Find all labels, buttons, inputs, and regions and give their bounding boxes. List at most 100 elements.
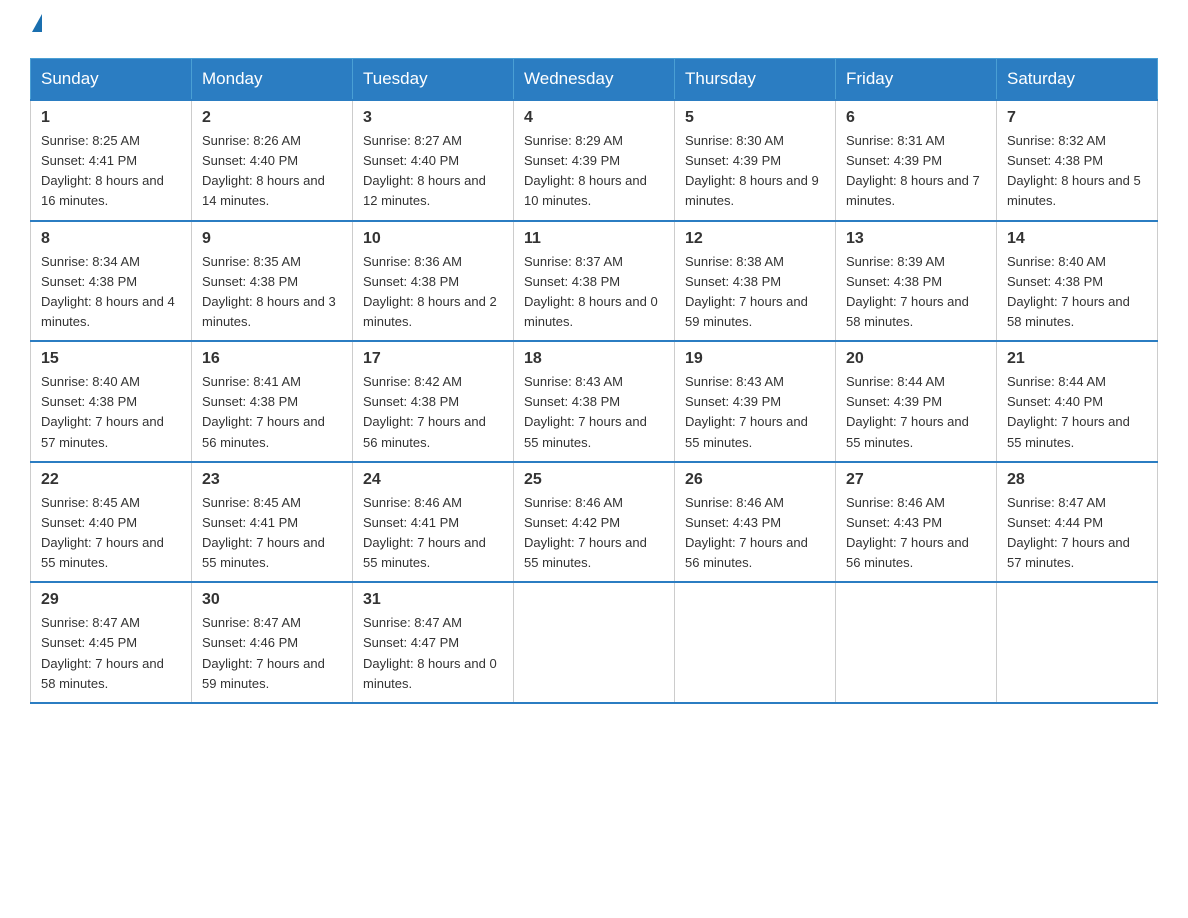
day-info: Sunrise: 8:47 AM Sunset: 4:44 PM Dayligh… (1007, 493, 1147, 574)
day-info: Sunrise: 8:44 AM Sunset: 4:40 PM Dayligh… (1007, 372, 1147, 453)
day-number: 30 (202, 591, 342, 609)
calendar-day-cell: 11 Sunrise: 8:37 AM Sunset: 4:38 PM Dayl… (514, 221, 675, 342)
calendar-day-cell: 13 Sunrise: 8:39 AM Sunset: 4:38 PM Dayl… (836, 221, 997, 342)
calendar-day-cell: 16 Sunrise: 8:41 AM Sunset: 4:38 PM Dayl… (192, 341, 353, 462)
calendar-day-cell: 29 Sunrise: 8:47 AM Sunset: 4:45 PM Dayl… (31, 582, 192, 703)
calendar-day-cell: 25 Sunrise: 8:46 AM Sunset: 4:42 PM Dayl… (514, 462, 675, 583)
day-number: 13 (846, 230, 986, 248)
day-number: 1 (41, 109, 181, 127)
calendar-day-cell: 19 Sunrise: 8:43 AM Sunset: 4:39 PM Dayl… (675, 341, 836, 462)
calendar-day-cell (675, 582, 836, 703)
calendar-day-cell: 15 Sunrise: 8:40 AM Sunset: 4:38 PM Dayl… (31, 341, 192, 462)
day-of-week-header: Tuesday (353, 59, 514, 101)
day-info: Sunrise: 8:46 AM Sunset: 4:42 PM Dayligh… (524, 493, 664, 574)
calendar-week-row: 29 Sunrise: 8:47 AM Sunset: 4:45 PM Dayl… (31, 582, 1158, 703)
calendar-day-cell: 4 Sunrise: 8:29 AM Sunset: 4:39 PM Dayli… (514, 100, 675, 221)
day-number: 4 (524, 109, 664, 127)
calendar-day-cell: 18 Sunrise: 8:43 AM Sunset: 4:38 PM Dayl… (514, 341, 675, 462)
calendar-table: SundayMondayTuesdayWednesdayThursdayFrid… (30, 58, 1158, 704)
day-info: Sunrise: 8:40 AM Sunset: 4:38 PM Dayligh… (1007, 252, 1147, 333)
day-info: Sunrise: 8:25 AM Sunset: 4:41 PM Dayligh… (41, 131, 181, 212)
day-number: 25 (524, 471, 664, 489)
day-info: Sunrise: 8:41 AM Sunset: 4:38 PM Dayligh… (202, 372, 342, 453)
calendar-day-cell: 24 Sunrise: 8:46 AM Sunset: 4:41 PM Dayl… (353, 462, 514, 583)
day-info: Sunrise: 8:44 AM Sunset: 4:39 PM Dayligh… (846, 372, 986, 453)
day-info: Sunrise: 8:30 AM Sunset: 4:39 PM Dayligh… (685, 131, 825, 212)
calendar-day-cell: 5 Sunrise: 8:30 AM Sunset: 4:39 PM Dayli… (675, 100, 836, 221)
day-number: 5 (685, 109, 825, 127)
day-info: Sunrise: 8:32 AM Sunset: 4:38 PM Dayligh… (1007, 131, 1147, 212)
day-info: Sunrise: 8:38 AM Sunset: 4:38 PM Dayligh… (685, 252, 825, 333)
day-number: 23 (202, 471, 342, 489)
day-number: 12 (685, 230, 825, 248)
calendar-day-cell (514, 582, 675, 703)
day-number: 6 (846, 109, 986, 127)
day-of-week-header: Sunday (31, 59, 192, 101)
calendar-day-cell: 2 Sunrise: 8:26 AM Sunset: 4:40 PM Dayli… (192, 100, 353, 221)
calendar-day-cell: 3 Sunrise: 8:27 AM Sunset: 4:40 PM Dayli… (353, 100, 514, 221)
day-info: Sunrise: 8:47 AM Sunset: 4:47 PM Dayligh… (363, 613, 503, 694)
day-info: Sunrise: 8:45 AM Sunset: 4:40 PM Dayligh… (41, 493, 181, 574)
logo (30, 20, 42, 38)
calendar-day-cell: 23 Sunrise: 8:45 AM Sunset: 4:41 PM Dayl… (192, 462, 353, 583)
day-info: Sunrise: 8:46 AM Sunset: 4:43 PM Dayligh… (846, 493, 986, 574)
day-number: 20 (846, 350, 986, 368)
calendar-day-cell: 9 Sunrise: 8:35 AM Sunset: 4:38 PM Dayli… (192, 221, 353, 342)
day-info: Sunrise: 8:47 AM Sunset: 4:45 PM Dayligh… (41, 613, 181, 694)
calendar-day-cell: 30 Sunrise: 8:47 AM Sunset: 4:46 PM Dayl… (192, 582, 353, 703)
day-number: 24 (363, 471, 503, 489)
day-info: Sunrise: 8:46 AM Sunset: 4:43 PM Dayligh… (685, 493, 825, 574)
calendar-week-row: 1 Sunrise: 8:25 AM Sunset: 4:41 PM Dayli… (31, 100, 1158, 221)
calendar-day-cell: 20 Sunrise: 8:44 AM Sunset: 4:39 PM Dayl… (836, 341, 997, 462)
day-of-week-header: Thursday (675, 59, 836, 101)
day-number: 21 (1007, 350, 1147, 368)
day-info: Sunrise: 8:26 AM Sunset: 4:40 PM Dayligh… (202, 131, 342, 212)
day-of-week-header: Monday (192, 59, 353, 101)
day-number: 16 (202, 350, 342, 368)
page-header (30, 20, 1158, 38)
day-number: 3 (363, 109, 503, 127)
day-info: Sunrise: 8:40 AM Sunset: 4:38 PM Dayligh… (41, 372, 181, 453)
calendar-week-row: 8 Sunrise: 8:34 AM Sunset: 4:38 PM Dayli… (31, 221, 1158, 342)
day-info: Sunrise: 8:29 AM Sunset: 4:39 PM Dayligh… (524, 131, 664, 212)
calendar-day-cell: 8 Sunrise: 8:34 AM Sunset: 4:38 PM Dayli… (31, 221, 192, 342)
day-number: 11 (524, 230, 664, 248)
day-info: Sunrise: 8:35 AM Sunset: 4:38 PM Dayligh… (202, 252, 342, 333)
calendar-day-cell: 12 Sunrise: 8:38 AM Sunset: 4:38 PM Dayl… (675, 221, 836, 342)
calendar-week-row: 15 Sunrise: 8:40 AM Sunset: 4:38 PM Dayl… (31, 341, 1158, 462)
day-number: 22 (41, 471, 181, 489)
day-number: 7 (1007, 109, 1147, 127)
day-info: Sunrise: 8:47 AM Sunset: 4:46 PM Dayligh… (202, 613, 342, 694)
day-of-week-header: Wednesday (514, 59, 675, 101)
day-info: Sunrise: 8:43 AM Sunset: 4:39 PM Dayligh… (685, 372, 825, 453)
day-info: Sunrise: 8:31 AM Sunset: 4:39 PM Dayligh… (846, 131, 986, 212)
day-number: 10 (363, 230, 503, 248)
calendar-day-cell: 1 Sunrise: 8:25 AM Sunset: 4:41 PM Dayli… (31, 100, 192, 221)
calendar-day-cell (836, 582, 997, 703)
day-number: 2 (202, 109, 342, 127)
calendar-day-cell: 7 Sunrise: 8:32 AM Sunset: 4:38 PM Dayli… (997, 100, 1158, 221)
day-number: 26 (685, 471, 825, 489)
day-info: Sunrise: 8:39 AM Sunset: 4:38 PM Dayligh… (846, 252, 986, 333)
calendar-day-cell (997, 582, 1158, 703)
calendar-day-cell: 22 Sunrise: 8:45 AM Sunset: 4:40 PM Dayl… (31, 462, 192, 583)
day-number: 28 (1007, 471, 1147, 489)
logo-triangle-icon (32, 14, 42, 32)
calendar-header-row: SundayMondayTuesdayWednesdayThursdayFrid… (31, 59, 1158, 101)
calendar-day-cell: 28 Sunrise: 8:47 AM Sunset: 4:44 PM Dayl… (997, 462, 1158, 583)
day-number: 19 (685, 350, 825, 368)
calendar-day-cell: 21 Sunrise: 8:44 AM Sunset: 4:40 PM Dayl… (997, 341, 1158, 462)
day-number: 9 (202, 230, 342, 248)
day-of-week-header: Saturday (997, 59, 1158, 101)
day-info: Sunrise: 8:46 AM Sunset: 4:41 PM Dayligh… (363, 493, 503, 574)
day-info: Sunrise: 8:34 AM Sunset: 4:38 PM Dayligh… (41, 252, 181, 333)
day-number: 14 (1007, 230, 1147, 248)
day-info: Sunrise: 8:43 AM Sunset: 4:38 PM Dayligh… (524, 372, 664, 453)
calendar-day-cell: 27 Sunrise: 8:46 AM Sunset: 4:43 PM Dayl… (836, 462, 997, 583)
day-info: Sunrise: 8:36 AM Sunset: 4:38 PM Dayligh… (363, 252, 503, 333)
calendar-day-cell: 10 Sunrise: 8:36 AM Sunset: 4:38 PM Dayl… (353, 221, 514, 342)
day-of-week-header: Friday (836, 59, 997, 101)
day-info: Sunrise: 8:37 AM Sunset: 4:38 PM Dayligh… (524, 252, 664, 333)
calendar-day-cell: 26 Sunrise: 8:46 AM Sunset: 4:43 PM Dayl… (675, 462, 836, 583)
day-number: 27 (846, 471, 986, 489)
